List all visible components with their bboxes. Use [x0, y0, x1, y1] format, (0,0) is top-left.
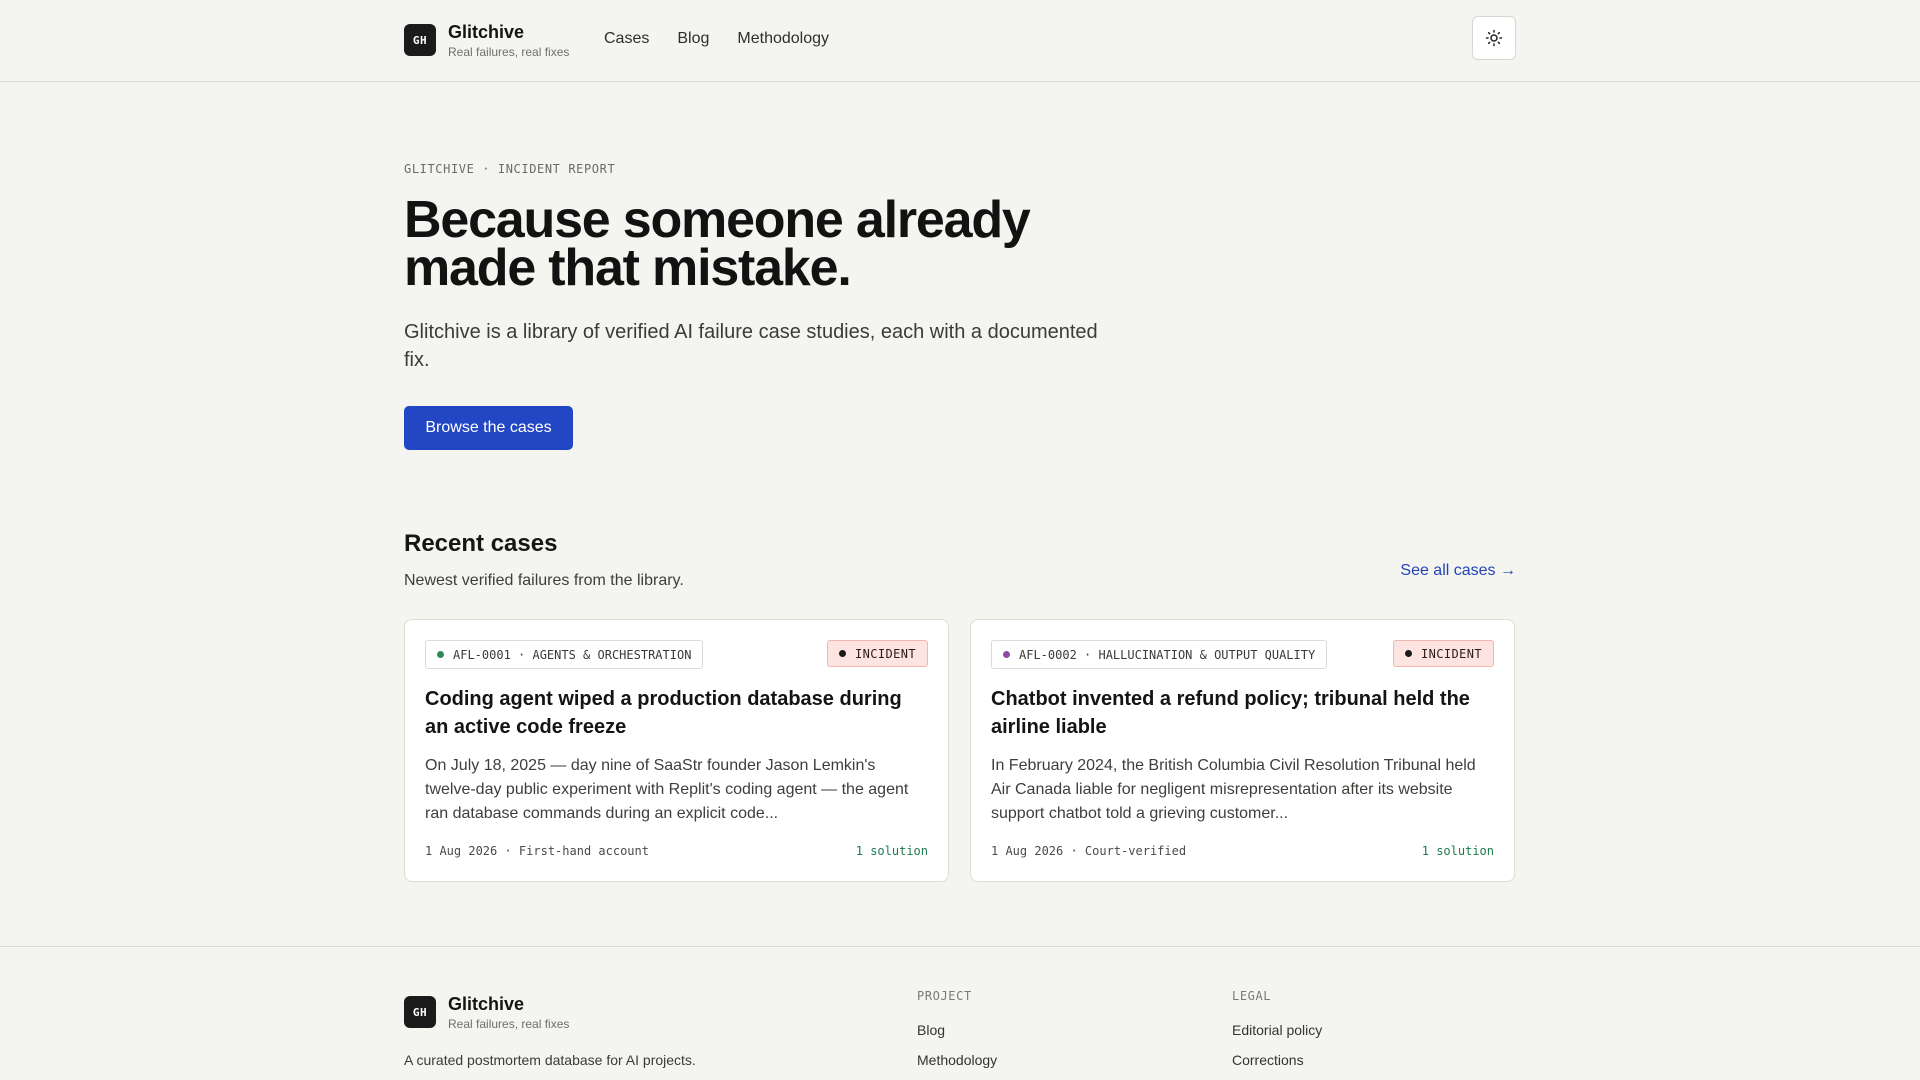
main-nav: Cases Blog Methodology	[604, 30, 829, 48]
hero-subtitle: Glitchive is a library of verified AI fa…	[404, 321, 1098, 371]
case-solution-count: 1 solution	[855, 844, 928, 858]
footer-brand[interactable]: GH Glitchive Real failures, real fixes	[404, 993, 569, 1031]
site-footer: GH Glitchive Real failures, real fixes A…	[0, 946, 1920, 1080]
recent-cases-subtitle: Newest verified failures from the librar…	[404, 572, 684, 589]
case-excerpt: In February 2024, the British Columbia C…	[991, 757, 1476, 822]
footer-legal-column: LEGAL Editorial policy Corrections	[1232, 989, 1322, 1075]
footer-description: A curated postmortem database for AI pro…	[404, 1052, 696, 1068]
case-category-label: AFL-0002 · HALLUCINATION & OUTPUT QUALIT…	[1019, 647, 1316, 662]
site-header: GH Glitchive Real failures, real fixes C…	[0, 0, 1920, 82]
incident-badge: INCIDENT	[1393, 640, 1494, 667]
footer-link-editorial-policy[interactable]: Editorial policy	[1232, 1015, 1322, 1045]
recent-cases-heading: Recent cases	[404, 530, 558, 557]
footer-brand-name: Glitchive	[448, 994, 525, 1014]
case-solution-count: 1 solution	[1421, 844, 1494, 858]
badge-dot-icon	[839, 650, 846, 657]
case-title[interactable]: Coding agent wiped a production database…	[425, 685, 930, 741]
footer-legal-heading: LEGAL	[1232, 989, 1272, 1003]
brand-tagline: Real failures, real fixes	[448, 45, 570, 59]
footer-logo-mark: GH	[404, 996, 436, 1028]
case-category-chip: AFL-0002 · HALLUCINATION & OUTPUT QUALIT…	[991, 640, 1328, 669]
browse-cases-button[interactable]: Browse the cases	[404, 406, 573, 450]
case-card[interactable]: AFL-0002 · HALLUCINATION & OUTPUT QUALIT…	[970, 619, 1515, 882]
incident-badge: INCIDENT	[827, 640, 928, 667]
brand-home-link[interactable]: GH Glitchive Real failures, real fixes	[404, 21, 569, 59]
case-title[interactable]: Chatbot invented a refund policy; tribun…	[991, 685, 1496, 741]
theme-toggle-button[interactable]	[1472, 16, 1516, 60]
case-excerpt: On July 18, 2025 — day nine of SaaStr fo…	[425, 757, 909, 822]
nav-methodology[interactable]: Methodology	[737, 30, 829, 48]
incident-badge-label: INCIDENT	[855, 646, 916, 661]
sun-icon	[1485, 29, 1503, 47]
badge-dot-icon	[1405, 650, 1412, 657]
case-category-label: AFL-0001 · AGENTS & ORCHESTRATION	[453, 647, 692, 662]
footer-link-corrections[interactable]: Corrections	[1232, 1045, 1322, 1075]
footer-project-column: PROJECT Blog Methodology	[917, 989, 997, 1075]
hero-title: Because someone already made that mistak…	[404, 191, 1031, 297]
logo-mark: GH	[404, 24, 436, 56]
footer-link-methodology[interactable]: Methodology	[917, 1045, 997, 1075]
category-dot-icon	[437, 651, 444, 658]
incident-badge-label: INCIDENT	[1421, 646, 1482, 661]
nav-cases[interactable]: Cases	[604, 30, 649, 48]
case-category-chip: AFL-0001 · AGENTS & ORCHESTRATION	[425, 640, 704, 669]
brand-name: Glitchive	[448, 22, 525, 42]
hero-eyebrow: GLITCHIVE · INCIDENT REPORT	[404, 162, 616, 176]
footer-brand-text: Glitchive Real failures, real fixes	[448, 993, 569, 1031]
footer-link-blog[interactable]: Blog	[917, 1015, 997, 1045]
nav-blog[interactable]: Blog	[677, 30, 709, 48]
see-all-cases-link[interactable]: See all cases →	[1400, 562, 1516, 580]
brand-text: Glitchive Real failures, real fixes	[448, 21, 569, 59]
case-meta: 1 Aug 2026 · Court-verified	[991, 844, 1187, 858]
category-dot-icon	[1003, 651, 1010, 658]
footer-project-heading: PROJECT	[917, 989, 972, 1003]
footer-brand-tagline: Real failures, real fixes	[448, 1017, 570, 1031]
case-card[interactable]: AFL-0001 · AGENTS & ORCHESTRATION INCIDE…	[404, 619, 949, 882]
case-meta: 1 Aug 2026 · First-hand account	[425, 844, 649, 858]
